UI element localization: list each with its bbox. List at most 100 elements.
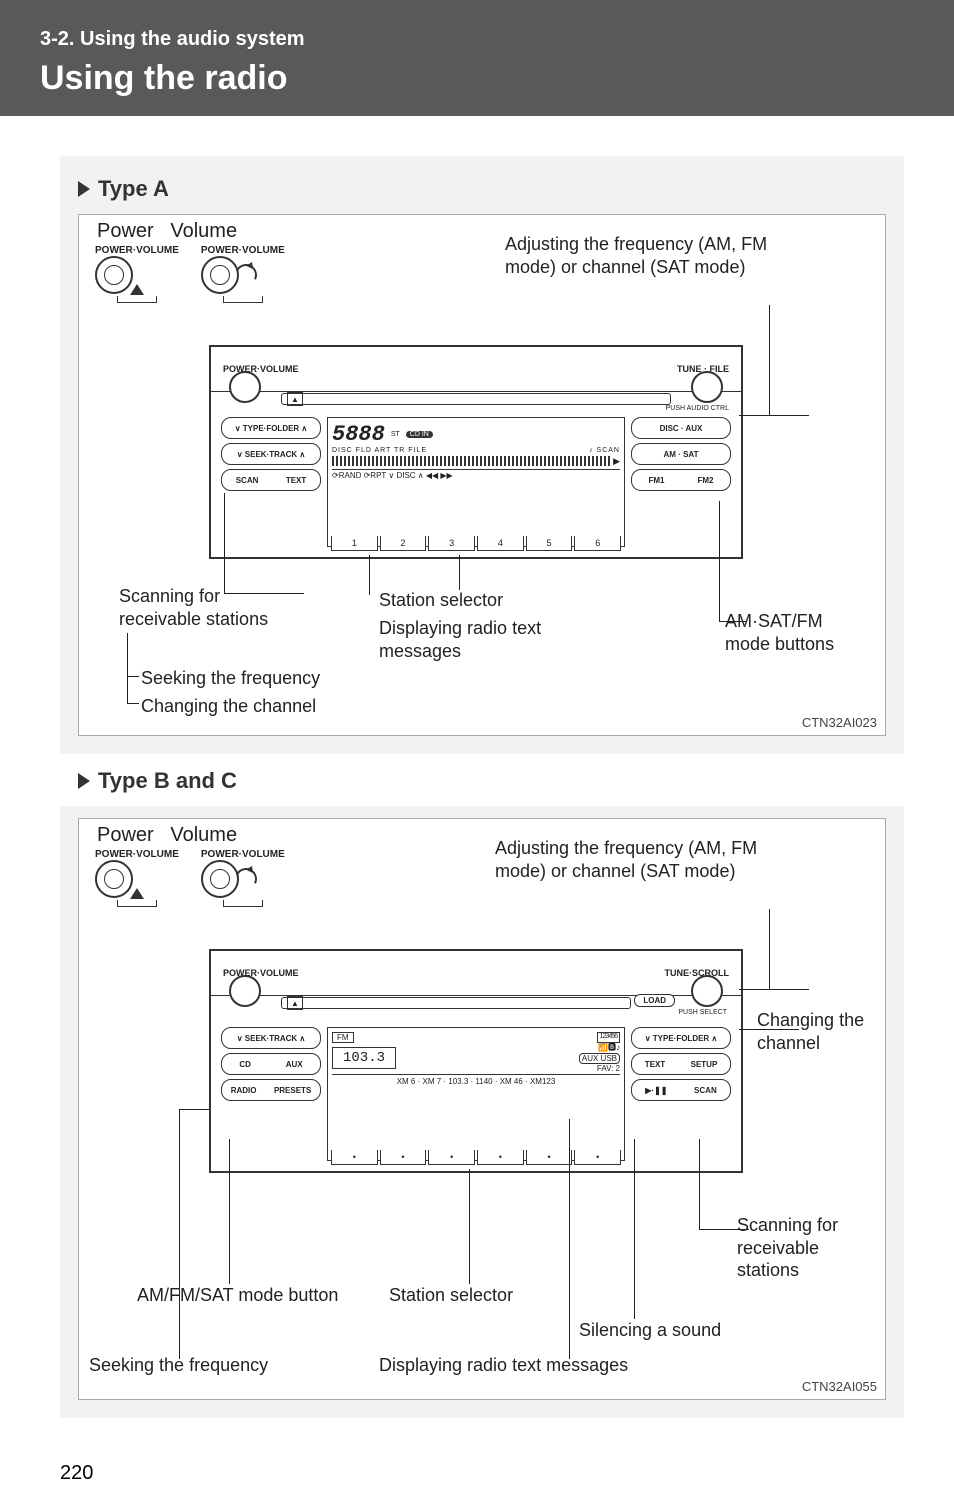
disp-scan: ♪ SCAN: [589, 447, 620, 454]
power-volume-knob[interactable]: [229, 371, 261, 403]
preset-3[interactable]: 3: [428, 536, 475, 551]
label-station-selector-a: Station selector: [379, 589, 503, 612]
triangle-icon: [78, 773, 90, 789]
preset-5[interactable]: 5: [526, 536, 573, 551]
panel-area-bc: ∨ SEEK·TRACK ∧ CDAUX RADIOPRESETS FM: [221, 1027, 731, 1161]
content: Type A Power Volume POWER·VOLUME POWER·V…: [0, 116, 954, 1452]
seek-track-button-bc[interactable]: ∨ SEEK·TRACK ∧: [221, 1027, 321, 1049]
pv-diagram-bc: POWER·VOLUME POWER·VOLUME: [95, 849, 285, 907]
push-audio-ctrl: PUSH AUDIO CTRL: [666, 405, 729, 412]
section-number: 3-2. Using the audio system: [40, 28, 914, 51]
eject-button-bc[interactable]: ▲: [287, 996, 303, 1010]
leader-line: [229, 1139, 230, 1284]
arrow-up-icon: [130, 888, 144, 899]
disp-icons: 📶🅱♪: [579, 1043, 620, 1053]
disp-freq-bc: 103.3: [332, 1047, 396, 1069]
power-volume-knob-bc[interactable]: [229, 975, 261, 1007]
preset-row-a: 1 2 3 4 5 6: [331, 536, 621, 551]
arrow-up-icon: [130, 284, 144, 295]
leader-line: [369, 555, 370, 595]
label-power: Power: [97, 220, 154, 242]
triangle-icon: [78, 181, 90, 197]
preset-bc-3[interactable]: •: [428, 1150, 475, 1165]
leader-line: [739, 989, 809, 990]
leader-line: [224, 493, 225, 593]
preset-1[interactable]: 1: [331, 536, 378, 551]
display-a: 5888 ST CD IN DISC FLD ART TR FILE ♪ SCA…: [327, 417, 625, 547]
pv-volume-item-bc: POWER·VOLUME: [201, 849, 285, 907]
pv-label2: POWER·VOLUME: [201, 245, 285, 256]
scan-text-button[interactable]: SCANTEXT: [221, 469, 321, 491]
fm1-fm2-button[interactable]: FM1FM2: [631, 469, 731, 491]
disc-slot-bc[interactable]: [281, 997, 631, 1009]
preset-bc-2[interactable]: •: [380, 1150, 427, 1165]
label-silencing: Silencing a sound: [579, 1319, 721, 1342]
leader-line: [179, 1109, 180, 1359]
ref-code-bc: CTN32AI055: [802, 1379, 877, 1394]
leader-line: [469, 1169, 470, 1284]
load-button[interactable]: LOAD: [634, 994, 675, 1007]
figure-type-a: Power Volume POWER·VOLUME POWER·VOLUME: [78, 214, 886, 736]
section-title: Using the radio: [40, 59, 914, 98]
tune-scroll-knob[interactable]: [691, 975, 723, 1007]
panel-area-a: ∨ TYPE·FOLDER ∧ ∨ SEEK·TRACK ∧ SCANTEXT …: [221, 417, 731, 547]
left-knob-label-bc: POWER·VOLUME: [223, 968, 299, 978]
page-header: 3-2. Using the audio system Using the ra…: [0, 0, 954, 116]
disc-slot[interactable]: [281, 393, 671, 405]
type-folder-button-bc[interactable]: ∨ TYPE·FOLDER ∧: [631, 1027, 731, 1049]
leader-line: [699, 1139, 700, 1229]
preset-bc-4[interactable]: •: [477, 1150, 524, 1165]
leader-line: [459, 555, 460, 590]
leader-line: [719, 621, 747, 622]
pv-diagram-a: POWER·VOLUME POWER·VOLUME: [95, 245, 285, 303]
disp-fav: FAV: 2: [579, 1064, 620, 1074]
knob-icon: [95, 860, 133, 898]
preset-bc-6[interactable]: •: [574, 1150, 621, 1165]
seek-track-button[interactable]: ∨ SEEK·TRACK ∧: [221, 443, 321, 465]
play-scan-button[interactable]: ▶·❚❚SCAN: [631, 1079, 731, 1101]
preset-2[interactable]: 2: [380, 536, 427, 551]
left-buttons-bc: ∨ SEEK·TRACK ∧ CDAUX RADIOPRESETS: [221, 1027, 321, 1161]
disp-st: ST: [391, 431, 400, 438]
pv-label-bc: POWER·VOLUME: [95, 849, 179, 860]
right-buttons-a: DISC · AUX AM · SAT FM1FM2: [631, 417, 731, 547]
type-a-label: Type A: [78, 176, 886, 202]
radio-presets-button[interactable]: RADIOPRESETS: [221, 1079, 321, 1101]
disp-aux-usb: AUX USB: [579, 1053, 620, 1065]
am-sat-button[interactable]: AM · SAT: [631, 443, 731, 465]
radio-top-a: POWER·VOLUME TUNE · FILE: [211, 347, 741, 392]
label-station-selector-bc: Station selector: [389, 1284, 513, 1307]
knob-icon2: [201, 860, 239, 898]
pv-volume-item: POWER·VOLUME: [201, 245, 285, 303]
type-folder-button[interactable]: ∨ TYPE·FOLDER ∧: [221, 417, 321, 439]
label-changing-a: Changing the channel: [141, 695, 316, 718]
tune-file-knob[interactable]: [691, 371, 723, 403]
label-volume: Volume: [170, 220, 237, 242]
leader-line: [127, 633, 128, 703]
knob-icon: [95, 256, 133, 294]
preset-bc-1[interactable]: •: [331, 1150, 378, 1165]
leader-line: [224, 593, 304, 594]
disp-lower: ⟳RAND ⟳RPT ∨ DISC ∧ ◀◀ ▶▶: [332, 469, 620, 480]
disc-aux-button[interactable]: DISC · AUX: [631, 417, 731, 439]
text-setup-button[interactable]: TEXTSETUP: [631, 1053, 731, 1075]
preset-6[interactable]: 6: [574, 536, 621, 551]
cd-aux-button[interactable]: CDAUX: [221, 1053, 321, 1075]
pv-label: POWER·VOLUME: [95, 245, 179, 256]
radio-top-bc: POWER·VOLUME TUNE·SCROLL: [211, 951, 741, 996]
leader-line: [127, 703, 139, 704]
leader-line: [569, 1119, 570, 1359]
preset-4[interactable]: 4: [477, 536, 524, 551]
eject-button[interactable]: ▲: [287, 392, 303, 406]
label-amsatfm: AM·SAT/FM mode buttons: [725, 610, 855, 655]
type-bc-label: Type B and C: [78, 768, 904, 794]
ref-code-a: CTN32AI023: [802, 715, 877, 730]
preset-bc-5[interactable]: •: [526, 1150, 573, 1165]
label-displaying-a: Displaying radio text messages: [379, 617, 609, 662]
left-buttons-a: ∨ TYPE·FOLDER ∧ ∨ SEEK·TRACK ∧ SCANTEXT: [221, 417, 321, 547]
type-a-text: Type A: [98, 176, 169, 202]
pv-power-item-bc: POWER·VOLUME: [95, 849, 179, 907]
type-bc-section: Power Volume POWER·VOLUME POWER·VOLUME: [60, 806, 904, 1418]
radio-unit-a: POWER·VOLUME TUNE · FILE PUSH AUDIO CTRL…: [209, 345, 743, 559]
label-power-bc: Power: [97, 824, 154, 846]
